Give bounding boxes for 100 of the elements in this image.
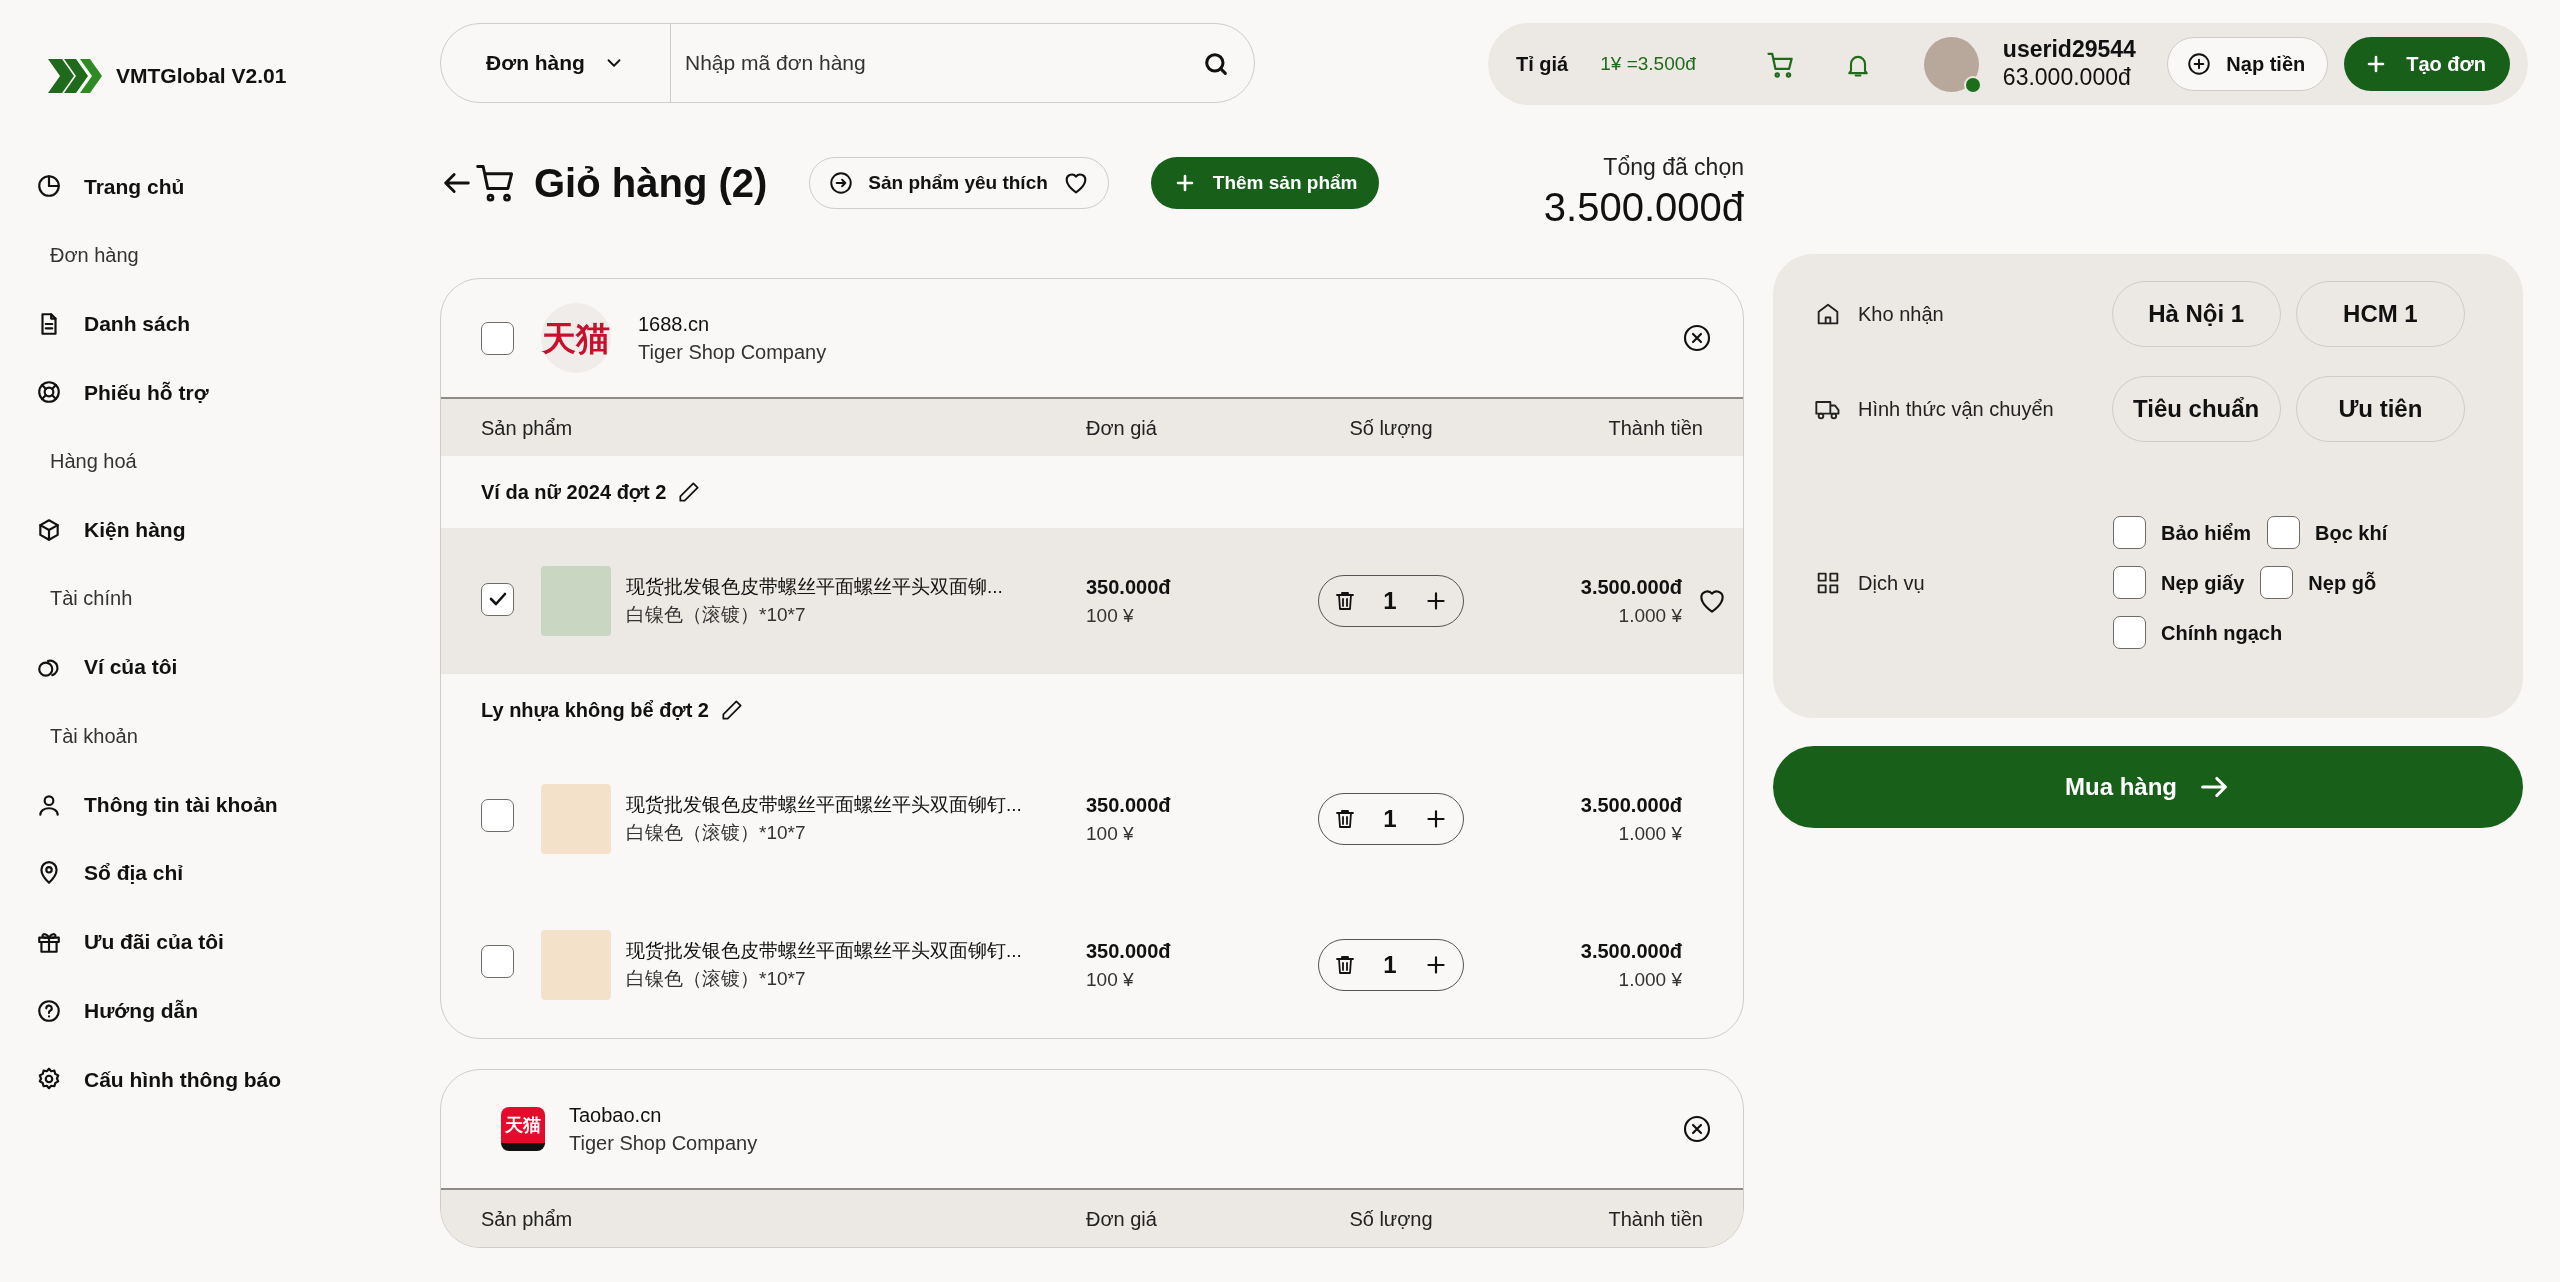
buy-button[interactable]: Mua hàng	[1773, 746, 2523, 828]
service-label: Nẹp gỗ	[2308, 570, 2377, 596]
shop-site: Taobao.cn	[569, 1103, 663, 1128]
product-name: 现货批发银色皮带螺丝平面螺丝平头双面铆钉...	[626, 792, 1023, 817]
product-variant: 白镍色（滚镀）*10*7	[626, 821, 807, 845]
sidebar-item[interactable]: Cấu hình thông báo	[36, 1044, 440, 1114]
shop-logo: 天猫	[501, 1107, 545, 1151]
sidebar-item[interactable]: Phiếu hỗ trợ	[36, 358, 440, 427]
close-icon	[1681, 322, 1713, 354]
top-up-button[interactable]: Nạp tiền	[2167, 37, 2329, 91]
sidebar-section-label: Hàng hoá	[49, 449, 138, 475]
service-label: Bọc khí	[2315, 520, 2388, 546]
checkbox[interactable]	[481, 798, 514, 832]
column-header: Đơn giá	[1086, 1207, 1157, 1230]
checkbox[interactable]	[2113, 516, 2146, 549]
exchange-rate-label: Tỉ giá	[1516, 52, 1569, 77]
shop-name: Tiger Shop Company	[638, 340, 827, 365]
line-total: 3.500.000đ	[1579, 574, 1682, 600]
line-total-cny: 1.000 ¥	[1617, 821, 1682, 846]
cart-item-row[interactable]: 现货批发银色皮带螺丝平面螺丝平头双面铆... 白镍色（滚镀）*10*7 350.000đ 100 ¥ 1 3.500.000đ 1.000 ¥	[441, 528, 1743, 674]
trash-icon	[1333, 807, 1357, 831]
option-label: Kho nhận	[1858, 302, 1944, 327]
exchange-rate: 1¥ =3.500đ	[1600, 51, 1696, 76]
shop-site: 1688.cn	[638, 312, 711, 337]
checkbox[interactable]	[481, 582, 514, 616]
sidebar-item[interactable]: Sổ địa chỉ	[36, 838, 440, 908]
column-header: Số lượng	[1349, 1207, 1433, 1230]
group-name: Ví da nữ 2024 đợt 2	[481, 480, 667, 505]
checkbox[interactable]	[481, 944, 514, 978]
delete-button[interactable]	[1333, 953, 1357, 977]
create-order-button[interactable]: Tạo đơn	[2344, 37, 2510, 91]
quantity: 1	[1383, 586, 1397, 616]
unit-price: 350.000đ	[1086, 938, 1172, 964]
trash-icon	[1333, 589, 1357, 613]
sidebar-item[interactable]: Trang chủ	[36, 152, 440, 221]
service-label: Bảo hiểm	[2161, 520, 2252, 546]
checkbox[interactable]	[2113, 616, 2146, 649]
sidebar-item[interactable]: Thông tin tài khoản	[36, 770, 440, 839]
lifebuoy-icon	[36, 379, 62, 406]
remove-shop-button[interactable]	[1681, 322, 1713, 354]
column-header: Đơn giá	[1086, 416, 1157, 439]
checkbox[interactable]	[481, 321, 514, 355]
column-header: Sản phẩm	[481, 416, 573, 439]
trash-icon	[1333, 953, 1357, 977]
app-name: VMTGlobal V2.01	[116, 63, 287, 90]
unit-price-cny: 100 ¥	[1086, 603, 1135, 628]
logo-icon	[48, 59, 104, 93]
line-total-cny: 1.000 ¥	[1617, 967, 1682, 992]
sidebar-section-label: Đơn hàng	[49, 243, 140, 269]
line-total: 3.500.000đ	[1579, 792, 1682, 818]
photo-placeholder	[541, 566, 611, 636]
line-total-cny: 1.000 ¥	[1617, 603, 1682, 628]
arrow-circle-icon	[828, 170, 855, 196]
search-field[interactable]: Nhập mã đơn hàng	[671, 47, 1178, 79]
checkbox[interactable]	[2113, 566, 2146, 599]
column-header: Sản phẩm	[481, 1207, 573, 1230]
column-header: Thành tiền	[1608, 1207, 1703, 1230]
quantity: 1	[1383, 804, 1397, 834]
username: userid29544	[2002, 36, 2136, 64]
remove-shop-button[interactable]	[1681, 1113, 1713, 1145]
search-scope-dropdown[interactable]: Đơn hàng	[441, 24, 671, 102]
unit-price: 350.000đ	[1086, 792, 1172, 818]
product-variant: 白镍色（滚镀）*10*7	[626, 603, 807, 627]
product-variant: 白镍色（滚镀）*10*7	[626, 967, 807, 991]
sidebar-section-label: Tài chính	[49, 586, 134, 612]
column-header: Số lượng	[1349, 416, 1433, 439]
plus-circle-icon	[2186, 51, 2213, 77]
shop-name: Tiger Shop Company	[569, 1131, 758, 1156]
product-name: 现货批发银色皮带螺丝平面螺丝平头双面铆钉...	[626, 938, 1023, 963]
photo-placeholder	[541, 784, 611, 854]
column-header: Thành tiền	[1608, 416, 1703, 439]
unit-price: 350.000đ	[1086, 574, 1172, 600]
cart-item-row[interactable]: 现货批发银色皮带螺丝平面螺丝平头双面铆钉... 白镍色（滚镀）*10*7 350.000đ 100 ¥ 1 3.500.000đ 1.000 ¥	[441, 892, 1743, 1038]
option-label: Dịch vụ	[1858, 570, 1925, 596]
add-product-button[interactable]: Thêm sản phẩm	[1150, 157, 1380, 209]
unit-price-cny: 100 ¥	[1086, 967, 1135, 992]
checkbox[interactable]	[2260, 566, 2294, 599]
quantity: 1	[1383, 950, 1397, 980]
total-label: Tổng đã chọn	[1602, 153, 1744, 182]
sidebar-item[interactable]: Hướng dẫn	[36, 976, 440, 1045]
delete-button[interactable]	[1333, 589, 1357, 613]
sidebar-item[interactable]: Ví của tôi	[36, 632, 440, 702]
product-name: 现货批发银色皮带螺丝平面螺丝平头双面铆...	[626, 574, 1004, 599]
line-total: 3.500.000đ	[1579, 938, 1682, 964]
delete-button[interactable]	[1333, 807, 1357, 831]
option-label: Hình thức vận chuyển	[1858, 397, 2054, 422]
total-amount: 3.500.000đ	[1543, 184, 1744, 229]
service-label: Chính ngạch	[2161, 620, 2283, 646]
cart-item-row[interactable]: 现货批发银色皮带螺丝平面螺丝平头双面铆钉... 白镍色（滚镀）*10*7 350.000đ 100 ¥ 1 3.500.000đ 1.000 ¥	[441, 746, 1743, 892]
service-label: Nẹp giấy	[2161, 570, 2245, 596]
checkbox[interactable]	[2267, 516, 2301, 549]
sidebar-item[interactable]: Danh sách	[36, 289, 440, 359]
shop-logo: 天猫	[541, 303, 611, 373]
help-icon	[36, 997, 62, 1024]
unit-price-cny: 100 ¥	[1086, 821, 1135, 846]
sidebar-item[interactable]: Ưu đãi của tôi	[36, 907, 440, 977]
group-name: Ly nhựa không bể đợt 2	[481, 698, 709, 723]
photo-placeholder	[541, 930, 611, 1000]
sidebar-item[interactable]: Kiện hàng	[36, 495, 440, 565]
favorites-button[interactable]: Sản phẩm yêu thích	[809, 157, 1109, 209]
